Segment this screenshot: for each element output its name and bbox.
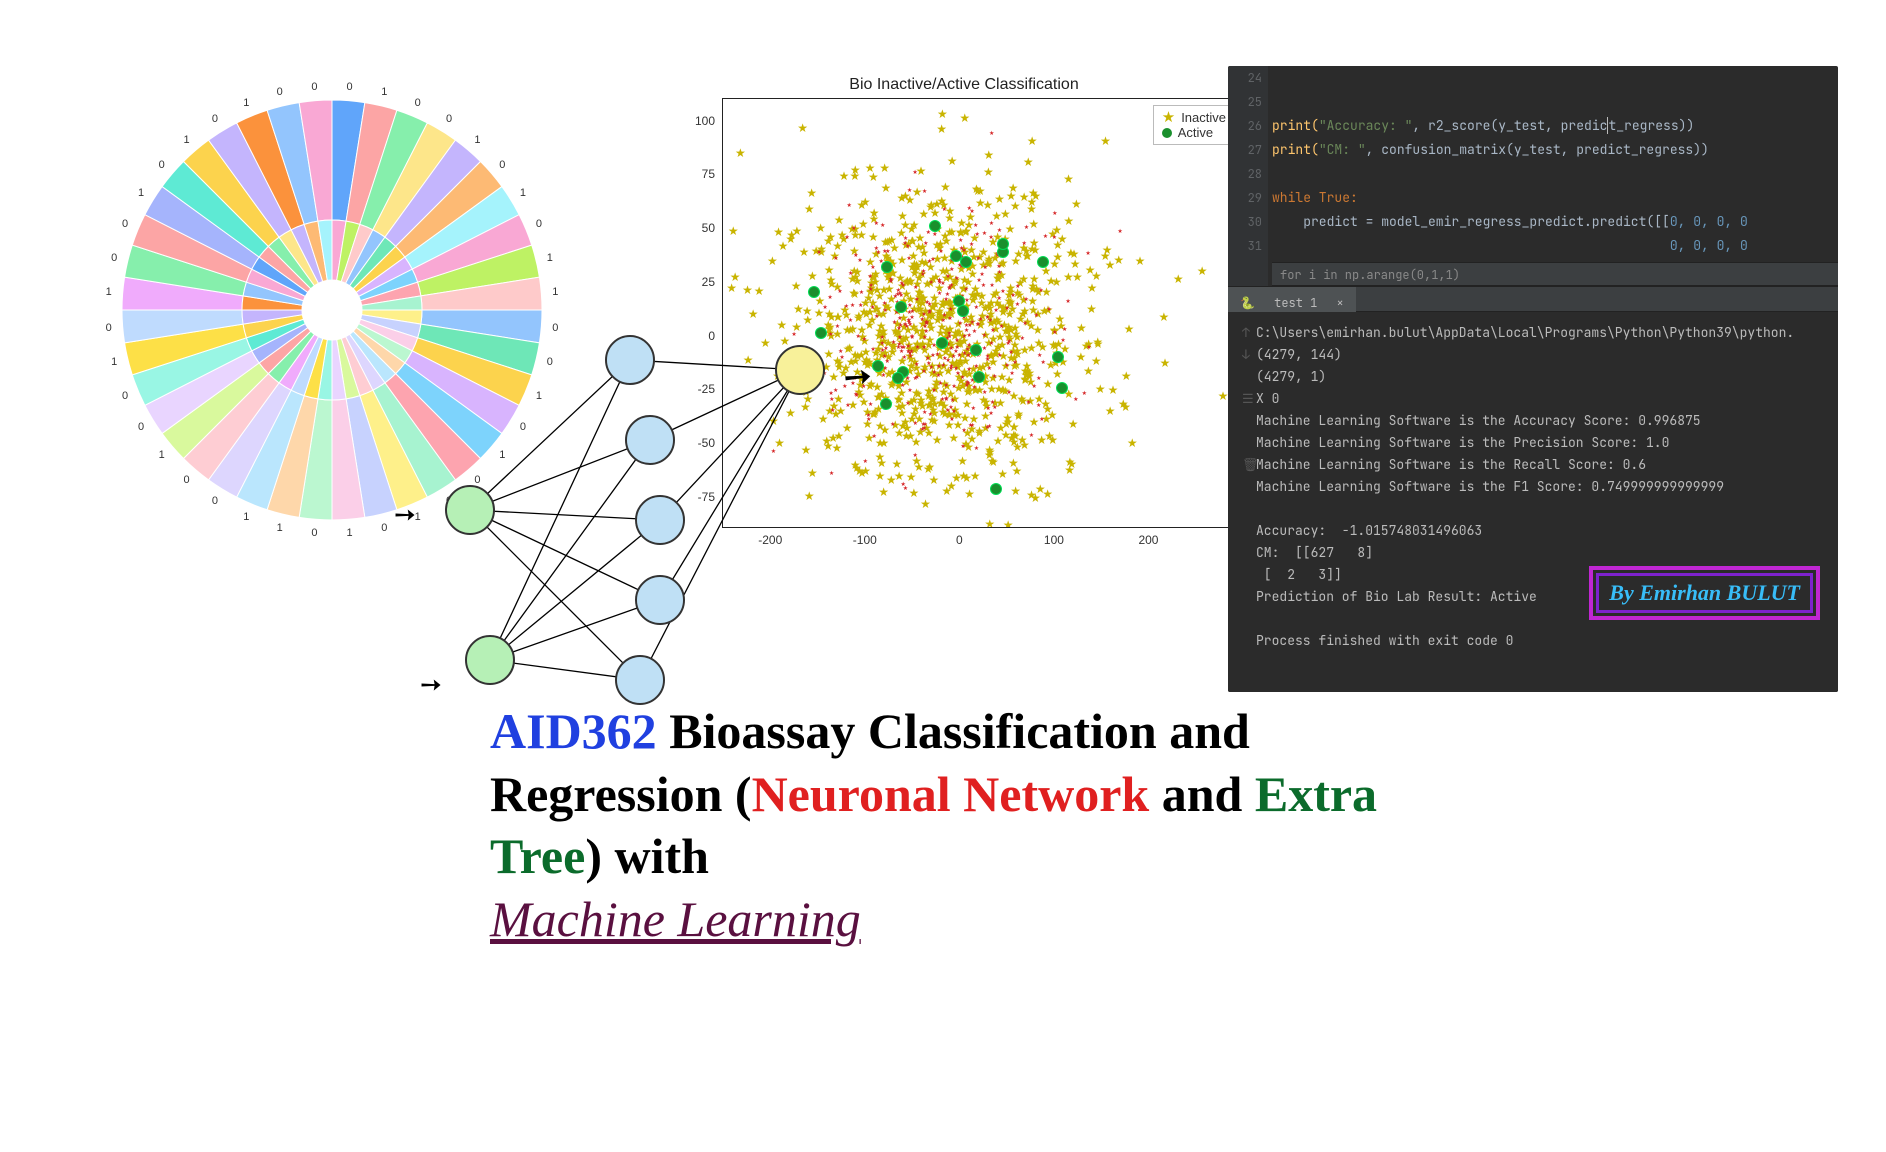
sunburst-outer-label: 0 (311, 527, 317, 539)
ide-panel: 2425262728293031 print("Accuracy: ", r2_… (1228, 66, 1838, 692)
sunburst-outer-label: 0 (106, 322, 112, 334)
sunburst-outer-label: 0 (499, 159, 505, 171)
code-editor[interactable]: print("Accuracy: ", r2_score(y_test, pre… (1272, 66, 1838, 262)
scatter-title: Bio Inactive/Active Classification (676, 76, 1252, 94)
title-neuronal: Neuronal Network (752, 766, 1150, 822)
sunburst-outer-label: 0 (415, 97, 421, 109)
sunburst-outer-label: 1 (243, 97, 249, 109)
sunburst-outer-label: 1 (138, 187, 144, 199)
y-tick: 100 (675, 114, 715, 128)
line-number-gutter: 2425262728293031 (1228, 66, 1268, 286)
sunburst-outer-label: 1 (111, 356, 117, 368)
sunburst-outer-label: 0 (381, 522, 387, 534)
console-output[interactable]: ↑C:\Users\emirhan.bulut\AppData\Local\Pr… (1228, 312, 1838, 692)
y-tick: 25 (675, 275, 715, 289)
legend-inactive: Inactive (1181, 110, 1226, 125)
nn-output-node (775, 345, 825, 395)
nn-input-node (445, 485, 495, 535)
nn-hidden-node (635, 575, 685, 625)
x-tick: 0 (956, 533, 963, 547)
y-tick: 75 (675, 167, 715, 181)
sunburst-outer-label: 1 (159, 449, 165, 461)
sunburst-outer-label: 0 (111, 252, 117, 264)
sunburst-outer-label: 1 (547, 252, 553, 264)
title-aid: AID362 (490, 703, 657, 759)
page-title: AID362 Bioassay Classification and Regre… (490, 700, 1390, 950)
sunburst-outer-label: 0 (183, 474, 189, 486)
sunburst-outer-label: 1 (243, 511, 249, 523)
sunburst-outer-label: 0 (138, 421, 144, 433)
nn-hidden-node (615, 655, 665, 705)
sunburst-outer-label: 0 (159, 159, 165, 171)
author-name: By Emirhan BULUT (1609, 580, 1800, 605)
sunburst-outer-label: 0 (347, 81, 353, 93)
sunburst-outer-label: 0 (446, 113, 452, 125)
sunburst-outer-label: 1 (381, 86, 387, 98)
legend-active: Active (1178, 125, 1213, 140)
sunburst-outer-label: 0 (212, 113, 218, 125)
sunburst-outer-label: 0 (212, 495, 218, 507)
scatter-legend: ★ Inactive Active (1153, 105, 1235, 145)
sunburst-outer-label: 0 (277, 86, 283, 98)
sunburst-center-value: 419.912 (303, 301, 361, 319)
sunburst-outer-label: 1 (277, 522, 283, 534)
sunburst-outer-label: 0 (311, 81, 317, 93)
run-tab-bar: 🐍 test 1 × (1228, 286, 1838, 312)
evaluate-bar[interactable]: for i in np.arange(0,1,1) (1272, 262, 1838, 286)
sunburst-outer-label: 1 (552, 286, 558, 298)
author-badge: By Emirhan BULUT (1589, 566, 1820, 620)
sunburst-outer-label: 0 (536, 218, 542, 230)
nn-hidden-node (605, 335, 655, 385)
sunburst-outer-label: 1 (183, 134, 189, 146)
neural-network-diagram: ➚ ➚ (400, 330, 880, 730)
sunburst-outer-label: 1 (347, 527, 353, 539)
nn-hidden-node (625, 415, 675, 465)
sunburst-outer-label: 0 (122, 218, 128, 230)
x-tick: 100 (1044, 533, 1064, 547)
sunburst-outer-label: 1 (520, 187, 526, 199)
y-tick: 50 (675, 221, 715, 235)
sunburst-outer-label: 1 (474, 134, 480, 146)
nn-hidden-node (635, 495, 685, 545)
sunburst-outer-label: 0 (122, 390, 128, 402)
circle-icon (1162, 128, 1172, 138)
star-icon: ★ (1162, 110, 1175, 125)
nn-input-node (465, 635, 515, 685)
title-ml: Machine Learning (490, 891, 861, 947)
x-tick: 200 (1138, 533, 1158, 547)
sunburst-outer-label: 1 (106, 286, 112, 298)
